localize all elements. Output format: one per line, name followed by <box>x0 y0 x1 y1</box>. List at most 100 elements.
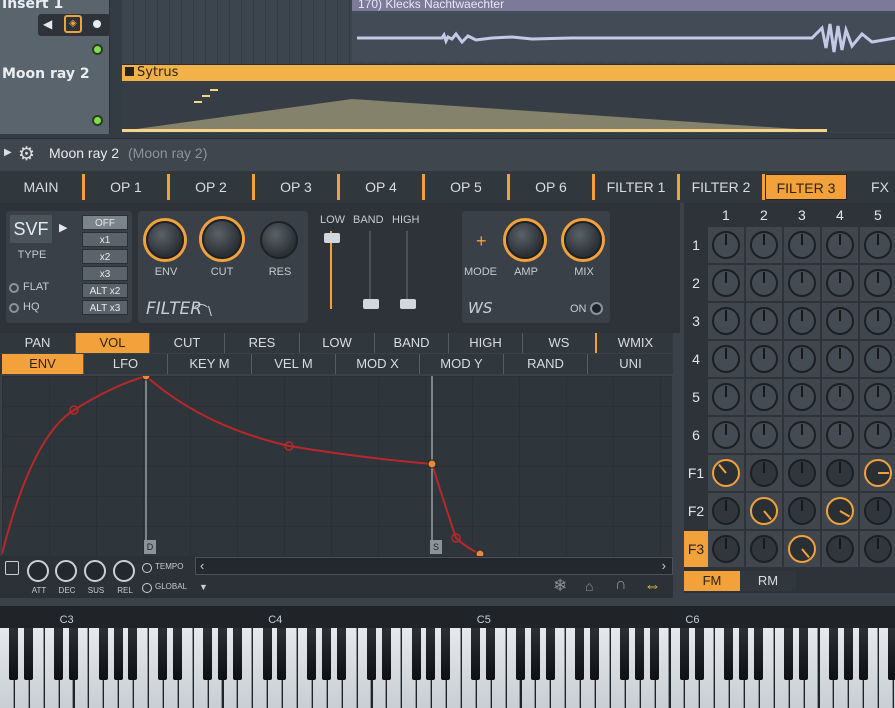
tab-rand[interactable]: RAND <box>504 354 588 374</box>
matrix-knob[interactable] <box>712 307 740 335</box>
piano-black-key[interactable] <box>128 628 138 680</box>
dot-icon[interactable] <box>93 20 101 28</box>
matrix-knob[interactable] <box>788 459 816 487</box>
track-header-moonray[interactable]: Moon ray 2 <box>0 64 110 134</box>
matrix-knob[interactable] <box>864 269 892 297</box>
matrix-knob[interactable] <box>788 535 816 563</box>
tab-op2[interactable]: OP 2 <box>170 174 255 200</box>
piano-black-key[interactable] <box>798 628 808 680</box>
piano-black-key[interactable] <box>754 628 764 680</box>
matrix-knob[interactable] <box>788 231 816 259</box>
tab-low[interactable]: LOW <box>300 333 375 353</box>
tab-vol[interactable]: VOL <box>76 333 150 353</box>
envelope-editor[interactable]: D S <box>1 371 672 559</box>
piano-black-key[interactable] <box>694 628 704 680</box>
piano-black-key[interactable] <box>366 628 376 680</box>
matrix-knob[interactable] <box>750 231 778 259</box>
res-knob[interactable] <box>260 221 298 259</box>
piano-black-key[interactable] <box>9 628 19 680</box>
tab-keym[interactable]: KEY M <box>168 354 252 374</box>
piano-black-key[interactable] <box>739 628 749 680</box>
matrix-knob[interactable] <box>750 383 778 411</box>
piano-black-key[interactable] <box>858 628 868 680</box>
matrix-knob[interactable] <box>826 383 854 411</box>
matrix-knob[interactable] <box>712 535 740 563</box>
piano-black-key[interactable] <box>515 628 525 680</box>
piano-black-key[interactable] <box>113 628 123 680</box>
matrix-knob[interactable] <box>712 497 740 525</box>
piano-black-key[interactable] <box>784 628 793 680</box>
matrix-knob[interactable] <box>712 383 740 411</box>
piano-black-key[interactable] <box>68 628 78 680</box>
piano-black-key[interactable] <box>828 628 838 680</box>
piano-black-key[interactable] <box>337 628 346 680</box>
piano-black-key[interactable] <box>202 628 212 680</box>
scroll-left-icon[interactable]: ‹ <box>200 558 204 573</box>
matrix-knob[interactable] <box>864 497 892 525</box>
envelope-checkbox[interactable] <box>5 561 19 575</box>
track-header-insert1[interactable]: Insert 1 ◀ ◈ <box>0 0 110 64</box>
matrix-knob[interactable] <box>750 497 778 525</box>
matrix-knob[interactable] <box>864 459 892 487</box>
mult-altx2[interactable]: ALT x2 <box>82 283 128 298</box>
track-active-led[interactable] <box>92 44 103 55</box>
matrix-knob[interactable] <box>826 231 854 259</box>
piano-black-key[interactable] <box>262 628 272 680</box>
piano-black-key[interactable] <box>173 628 183 680</box>
piano-black-key[interactable] <box>277 628 287 680</box>
audio-clip[interactable]: 170) Klecks Nachtwaechter <box>352 0 895 62</box>
matrix-knob[interactable] <box>826 535 854 563</box>
matrix-knob[interactable] <box>788 421 816 449</box>
snowflake-icon[interactable]: ❄ <box>553 576 567 596</box>
tab-pan[interactable]: PAN <box>0 333 76 353</box>
matrix-knob[interactable] <box>826 421 854 449</box>
piano-black-key[interactable] <box>322 628 332 680</box>
cut-knob[interactable] <box>202 219 242 259</box>
tab-high[interactable]: HIGH <box>449 333 523 353</box>
gear-icon[interactable]: ⚙ <box>18 143 35 166</box>
flat-radio[interactable] <box>9 283 19 293</box>
rel-knob[interactable] <box>113 560 135 582</box>
tab-op3[interactable]: OP 3 <box>255 174 340 200</box>
piano-black-key[interactable] <box>649 628 659 680</box>
matrix-knob[interactable] <box>712 459 740 487</box>
sustain-marker[interactable]: S <box>430 540 442 554</box>
matrix-knob[interactable] <box>788 383 816 411</box>
matrix-knob[interactable] <box>864 307 892 335</box>
piano-black-key[interactable] <box>217 628 227 680</box>
menu-arrow-icon[interactable]: ▼ <box>199 582 208 592</box>
decay-marker[interactable]: D <box>144 540 156 554</box>
piano-black-key[interactable] <box>635 628 644 680</box>
global-radio[interactable] <box>142 583 152 593</box>
scroll-right-icon[interactable]: › <box>662 558 666 573</box>
mult-altx3[interactable]: ALT x3 <box>82 300 128 315</box>
filter-type-select[interactable]: SVF <box>10 215 52 243</box>
stretch-icon[interactable]: ⇔ <box>644 576 661 596</box>
tab-fx[interactable]: FX <box>850 174 895 200</box>
matrix-knob[interactable] <box>712 231 740 259</box>
tab-cut[interactable]: CUT <box>150 333 225 353</box>
matrix-knob[interactable] <box>864 383 892 411</box>
matrix-knob[interactable] <box>750 459 778 487</box>
piano-black-key[interactable] <box>53 628 63 680</box>
expand-arrow-icon[interactable]: ▶ <box>4 147 12 158</box>
matrix-knob[interactable] <box>712 345 740 373</box>
matrix-knob[interactable] <box>712 269 740 297</box>
tab-main[interactable]: MAIN <box>0 174 85 200</box>
tab-lfo[interactable]: LFO <box>84 354 168 374</box>
hq-radio[interactable] <box>9 303 19 313</box>
tab-op5[interactable]: OP 5 <box>425 174 510 200</box>
mult-x1[interactable]: x1 <box>82 232 128 247</box>
matrix-knob[interactable] <box>788 345 816 373</box>
tab-wmix[interactable]: WMIX <box>598 333 673 353</box>
eq-low-slider[interactable] <box>324 233 340 243</box>
matrix-knob[interactable] <box>788 307 816 335</box>
piano-black-key[interactable] <box>158 628 168 680</box>
matrix-knob[interactable] <box>864 345 892 373</box>
dec-knob[interactable] <box>55 560 77 582</box>
att-knob[interactable] <box>27 560 49 582</box>
sus-knob[interactable] <box>84 560 106 582</box>
matrix-knob[interactable] <box>864 231 892 259</box>
ws-on-toggle[interactable] <box>590 302 603 315</box>
piano-black-key[interactable] <box>411 628 421 680</box>
